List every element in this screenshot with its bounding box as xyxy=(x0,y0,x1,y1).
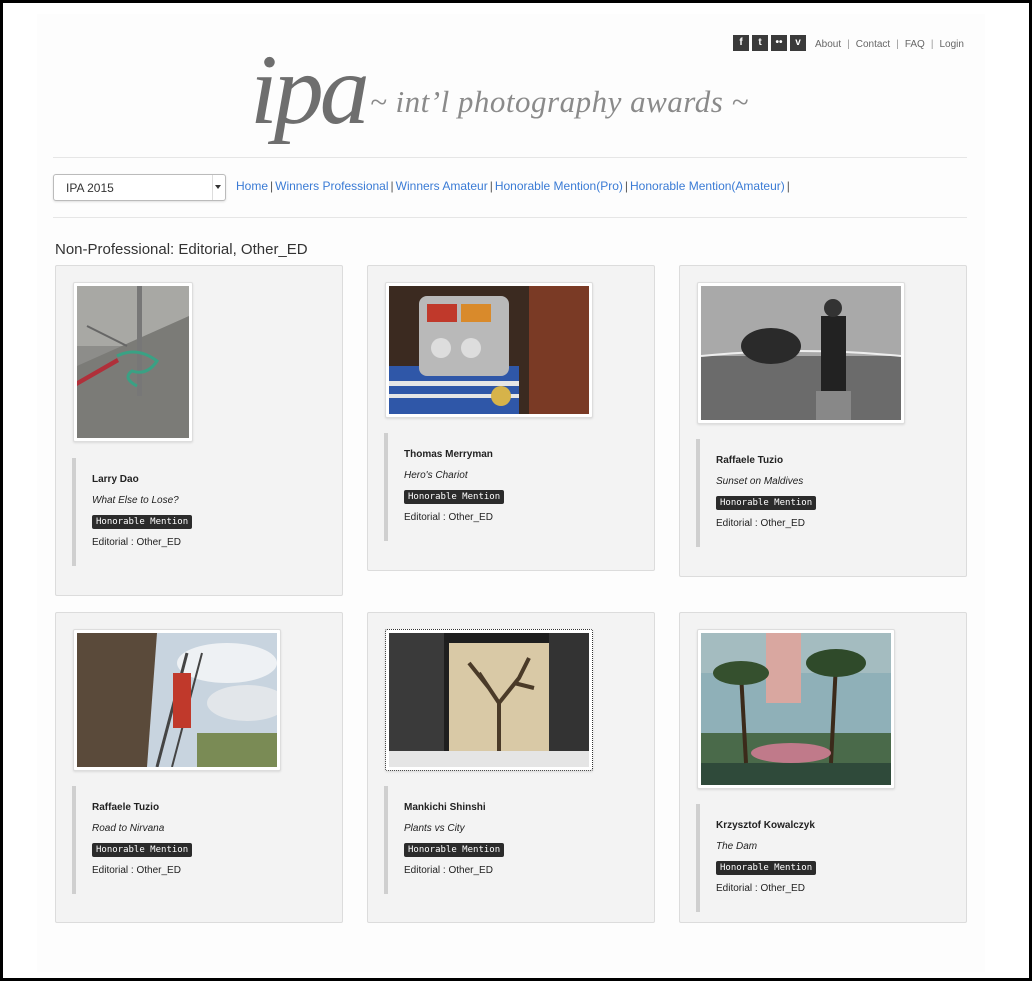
nav-separator: | xyxy=(390,179,394,193)
entry-title: What Else to Lose? xyxy=(92,495,179,506)
nav-winners-amateur[interactable]: Winners Amateur xyxy=(396,179,488,193)
award-badge: Honorable Mention xyxy=(716,496,817,510)
entry-card: Larry Dao What Else to Lose? Honorable M… xyxy=(55,265,343,596)
nav-honorable-mention-amateur[interactable]: Honorable Mention(Amateur) xyxy=(630,179,785,193)
faq-link[interactable]: FAQ xyxy=(905,39,925,50)
flickr-icon[interactable]: •• xyxy=(771,35,787,51)
entry-info: Raffaele Tuzio Road to Nirvana Honorable… xyxy=(72,786,326,894)
entry-info: Thomas Merryman Hero's Chariot Honorable… xyxy=(384,433,638,541)
entry-photo xyxy=(701,633,891,785)
nav-separator: | xyxy=(624,179,629,193)
entry-thumbnail[interactable] xyxy=(73,282,193,442)
entry-info: Larry Dao What Else to Lose? Honorable M… xyxy=(72,458,326,566)
entry-photo xyxy=(77,633,277,767)
entry-info: Krzysztof Kowalczyk The Dam Honorable Me… xyxy=(696,804,950,912)
tumblr-icon[interactable]: t xyxy=(752,35,768,51)
entry-photo xyxy=(77,286,189,438)
entry-card: Raffaele Tuzio Sunset on Maldives Honora… xyxy=(679,265,967,577)
entry-category: Editorial : Other_ED xyxy=(716,518,805,529)
nav-honorable-mention-pro[interactable]: Honorable Mention(Pro) xyxy=(495,179,623,193)
select-divider xyxy=(212,175,213,200)
entry-author[interactable]: Raffaele Tuzio xyxy=(92,802,159,813)
entry-author[interactable]: Larry Dao xyxy=(92,474,139,485)
entry-title: Road to Nirvana xyxy=(92,823,165,834)
entry-author[interactable]: Krzysztof Kowalczyk xyxy=(716,820,815,831)
year-select-value: IPA 2015 xyxy=(66,181,114,195)
divider xyxy=(53,157,967,158)
about-link[interactable]: About xyxy=(815,39,841,50)
entry-info: Raffaele Tuzio Sunset on Maldives Honora… xyxy=(696,439,950,547)
link-separator: | xyxy=(847,39,850,50)
entry-thumbnail[interactable] xyxy=(385,629,593,771)
link-separator: | xyxy=(930,39,934,50)
entry-photo xyxy=(389,286,589,414)
top-links: About | Contact | FAQ | Login xyxy=(815,39,964,50)
nav-separator: | xyxy=(786,179,790,193)
main-nav: Home | Winners Professional | Winners Amateu… xyxy=(236,179,792,193)
award-badge: Honorable Mention xyxy=(92,515,193,529)
logo-tagline: ~ int’l photography awards ~ xyxy=(370,84,749,119)
entry-card: Thomas Merryman Hero's Chariot Honorable… xyxy=(367,265,655,571)
login-link[interactable]: Login xyxy=(939,39,963,50)
facebook-icon[interactable]: f xyxy=(733,35,749,51)
nav-separator: | xyxy=(489,179,493,193)
year-select[interactable]: IPA 2015 xyxy=(53,174,226,201)
entry-photo xyxy=(701,286,901,420)
award-badge: Honorable Mention xyxy=(404,490,505,504)
entry-card: Mankichi Shinshi Plants vs City Honorabl… xyxy=(367,612,655,923)
logo[interactable]: ipa xyxy=(250,40,370,140)
entry-thumbnail[interactable] xyxy=(697,282,905,424)
entry-title: The Dam xyxy=(716,841,758,852)
entry-title: Plants vs City xyxy=(404,823,465,834)
chevron-down-icon xyxy=(215,185,221,189)
entry-title: Hero's Chariot xyxy=(404,470,468,481)
award-badge: Honorable Mention xyxy=(716,861,817,875)
entry-category: Editorial : Other_ED xyxy=(716,883,805,894)
section-title: Non-Professional: Editorial, Other_ED xyxy=(55,241,308,258)
link-separator: | xyxy=(896,39,899,50)
vimeo-icon[interactable]: v xyxy=(790,35,806,51)
entry-author[interactable]: Thomas Merryman xyxy=(404,449,493,460)
entry-category: Editorial : Other_ED xyxy=(92,537,181,548)
entry-author[interactable]: Mankichi Shinshi xyxy=(404,802,486,813)
contact-link[interactable]: Contact xyxy=(856,39,890,50)
entry-card: Raffaele Tuzio Road to Nirvana Honorable… xyxy=(55,612,343,923)
entry-thumbnail[interactable] xyxy=(73,629,281,771)
entry-thumbnail[interactable] xyxy=(697,629,895,789)
entry-author[interactable]: Raffaele Tuzio xyxy=(716,455,783,466)
entry-title: Sunset on Maldives xyxy=(716,476,804,487)
social-links: f t •• v xyxy=(733,35,806,51)
entry-info: Mankichi Shinshi Plants vs City Honorabl… xyxy=(384,786,638,894)
nav-home[interactable]: Home xyxy=(236,179,268,193)
entry-thumbnail[interactable] xyxy=(385,282,593,418)
award-badge: Honorable Mention xyxy=(404,843,505,857)
divider xyxy=(53,217,967,218)
entry-category: Editorial : Other_ED xyxy=(92,865,181,876)
entry-category: Editorial : Other_ED xyxy=(404,512,493,523)
nav-separator: | xyxy=(270,179,274,193)
entry-card: Krzysztof Kowalczyk The Dam Honorable Me… xyxy=(679,612,967,923)
nav-winners-professional[interactable]: Winners Professional xyxy=(275,179,388,193)
entry-category: Editorial : Other_ED xyxy=(404,865,493,876)
award-badge: Honorable Mention xyxy=(92,843,193,857)
entry-photo xyxy=(389,633,589,767)
